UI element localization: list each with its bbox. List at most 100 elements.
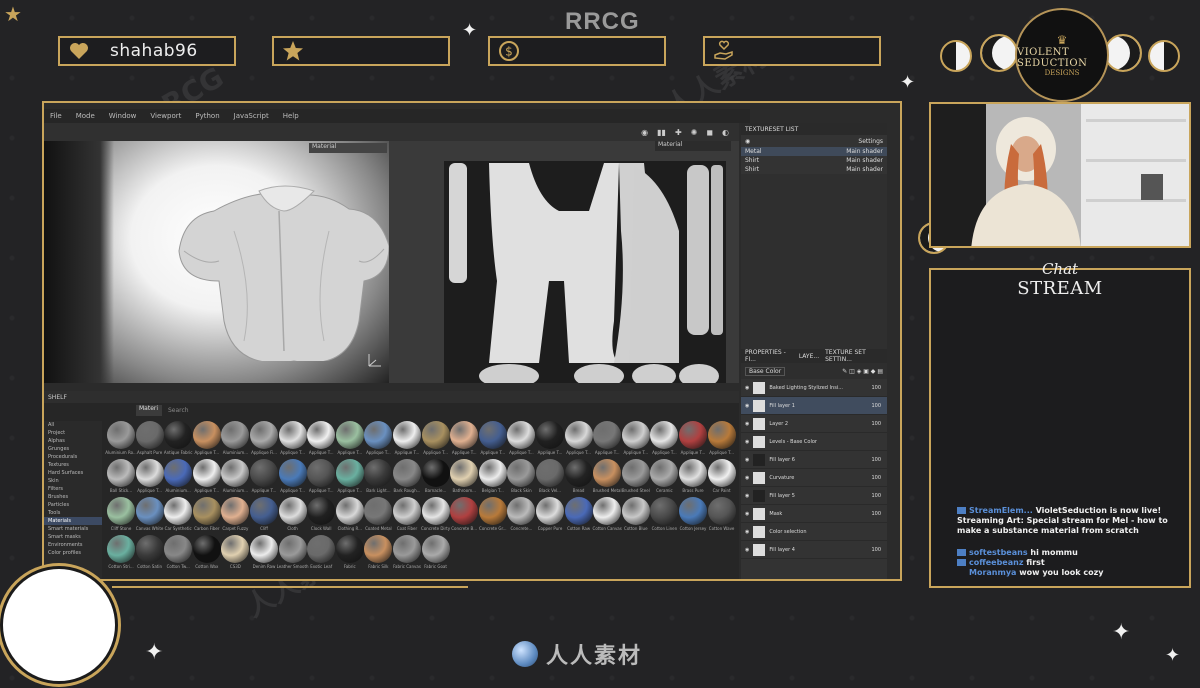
material-thumbnail[interactable] [307, 421, 336, 449]
layer-row[interactable]: ◉ Fill layer 1 100 [741, 397, 887, 415]
material-thumbnail[interactable] [135, 497, 164, 525]
material-thumbnail[interactable] [679, 421, 707, 449]
material-thumbnail[interactable] [135, 535, 164, 563]
material-thumbnail[interactable] [507, 421, 536, 449]
layer-opacity[interactable]: 100 [871, 403, 881, 409]
shelf-category[interactable]: Grunges [44, 445, 102, 453]
viewport-3d[interactable]: Material [44, 141, 390, 383]
texture-set-item[interactable]: Metal Main shader [741, 147, 887, 156]
material-thumbnail[interactable] [536, 421, 564, 449]
layer-opacity[interactable]: 100 [871, 547, 881, 553]
material-thumbnail[interactable] [364, 421, 393, 449]
shelf-category[interactable]: Brushes [44, 493, 102, 501]
eye-icon[interactable]: ◉ [745, 138, 750, 145]
base-color-select[interactable]: Base Color [745, 366, 786, 376]
material-thumbnail[interactable] [250, 497, 278, 525]
texture-set-shader[interactable]: Main shader [846, 157, 883, 164]
material-thumbnail[interactable] [450, 421, 479, 449]
texture-set-item[interactable]: Shirt Main shader [741, 165, 887, 174]
material-thumbnail[interactable] [536, 459, 564, 487]
menu-item[interactable]: Help [283, 112, 299, 120]
material-thumbnail[interactable] [507, 459, 536, 487]
shelf-filter-tab[interactable]: Materi [136, 405, 162, 416]
material-thumbnail[interactable] [135, 459, 164, 487]
texture-set-settings-select[interactable]: Settings [858, 138, 883, 145]
material-thumbnail[interactable] [679, 459, 707, 487]
shelf-category[interactable]: Skin [44, 477, 102, 485]
layer-opacity[interactable]: 100 [871, 385, 881, 391]
shelf-category[interactable]: Tools [44, 509, 102, 517]
material-thumbnail[interactable] [307, 535, 336, 563]
material-thumbnail[interactable] [135, 421, 164, 449]
material-thumbnail[interactable] [478, 497, 507, 525]
material-thumbnail[interactable] [621, 497, 650, 525]
material-thumbnail[interactable] [192, 459, 221, 487]
texture-set-shader[interactable]: Main shader [846, 166, 883, 173]
visibility-eye-icon[interactable]: ◉ [745, 403, 749, 409]
material-thumbnail[interactable] [107, 535, 135, 563]
material-thumbnail[interactable] [164, 421, 193, 449]
material-thumbnail[interactable] [250, 421, 278, 449]
material-thumbnail[interactable] [164, 459, 193, 487]
material-thumbnail[interactable] [335, 459, 364, 487]
visibility-eye-icon[interactable]: ◉ [745, 421, 749, 427]
material-thumbnail[interactable] [335, 421, 364, 449]
menu-item[interactable]: Mode [76, 112, 95, 120]
material-thumbnail[interactable] [364, 535, 393, 563]
material-thumbnail[interactable] [107, 459, 135, 487]
menu-item[interactable]: Python [195, 112, 219, 120]
panel-tab[interactable]: TEXTURE SET SETTIN... [825, 349, 887, 363]
shelf-category[interactable]: Color profiles [44, 549, 102, 557]
material-thumbnail[interactable] [564, 459, 593, 487]
material-thumbnail[interactable] [221, 497, 250, 525]
shelf-category[interactable]: Procedurals [44, 453, 102, 461]
texture-set-shader[interactable]: Main shader [846, 148, 883, 155]
layer-row[interactable]: ◉ Fill layer 5 100 [741, 487, 887, 505]
add-icon[interactable]: ✚ [675, 128, 682, 137]
material-thumbnail[interactable] [621, 459, 650, 487]
shelf-category[interactable]: Materials [44, 517, 102, 525]
shelf-category[interactable]: Particles [44, 501, 102, 509]
material-thumbnail[interactable] [221, 535, 250, 563]
shelf-category[interactable]: Smart masks [44, 533, 102, 541]
viewport-3d-channel-select[interactable]: Material [309, 143, 387, 153]
material-thumbnail[interactable] [393, 459, 421, 487]
material-thumbnail[interactable] [593, 459, 622, 487]
layer-opacity[interactable]: 100 [871, 475, 881, 481]
material-thumbnail[interactable] [221, 459, 250, 487]
material-thumbnail[interactable] [250, 535, 278, 563]
visibility-eye-icon[interactable]: ◉ [745, 547, 749, 553]
shelf-category[interactable]: Environments [44, 541, 102, 549]
light-icon[interactable]: ✺ [691, 128, 698, 137]
material-thumbnail[interactable] [707, 421, 736, 449]
material-thumbnail[interactable] [278, 535, 307, 563]
play-icon[interactable]: ▮▮ [657, 128, 666, 137]
material-thumbnail[interactable] [621, 421, 650, 449]
material-thumbnail[interactable] [164, 535, 193, 563]
material-thumbnail[interactable] [421, 421, 450, 449]
shelf-category[interactable]: Filters [44, 485, 102, 493]
material-thumbnail[interactable] [364, 459, 393, 487]
layer-row[interactable]: ◉ Mask 100 [741, 505, 887, 523]
layer-opacity[interactable]: 100 [871, 457, 881, 463]
menu-item[interactable]: File [50, 112, 62, 120]
material-thumbnail[interactable] [679, 497, 707, 525]
shelf-category[interactable]: Project [44, 429, 102, 437]
material-thumbnail[interactable] [221, 421, 250, 449]
material-thumbnail[interactable] [164, 497, 193, 525]
panel-tab[interactable]: PROPERTIES - FI... [745, 349, 793, 363]
material-thumbnail[interactable] [278, 459, 307, 487]
material-thumbnail[interactable] [650, 497, 679, 525]
shelf-category[interactable]: Alphas [44, 437, 102, 445]
shelf-category[interactable]: Textures [44, 461, 102, 469]
material-thumbnail[interactable] [593, 497, 622, 525]
shelf-search-input[interactable]: Search [168, 407, 189, 414]
material-thumbnail[interactable] [478, 459, 507, 487]
material-thumbnail[interactable] [393, 535, 421, 563]
texture-set-item[interactable]: Shirt Main shader [741, 156, 887, 165]
visibility-eye-icon[interactable]: ◉ [745, 511, 749, 517]
layer-row[interactable]: ◉ Color selection [741, 523, 887, 541]
shelf-category[interactable]: Smart materials [44, 525, 102, 533]
material-thumbnail[interactable] [421, 497, 450, 525]
layer-row[interactable]: ◉ Layer 2 100 [741, 415, 887, 433]
